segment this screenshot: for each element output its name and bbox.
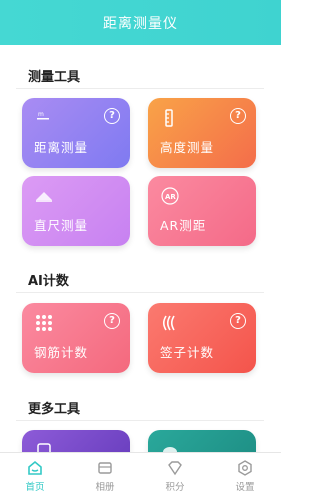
section-title-more-tools: 更多工具 [28,402,81,417]
distance-measure-card[interactable]: m ? 距离测量 [22,98,130,168]
card-label: AR测距 [160,218,207,233]
section-divider [16,420,264,421]
app-title: 距离测量仪 [103,15,178,32]
section-divider [16,292,264,293]
help-icon[interactable]: ? [104,108,120,124]
settings-icon [238,460,252,476]
height-measure-card[interactable]: ? 高度测量 [148,98,256,168]
tab-home[interactable]: 首页 [15,459,55,493]
height-ruler-icon [165,109,173,127]
card-label: 直尺测量 [34,218,89,233]
card-label: 距离测量 [34,140,89,155]
card-label: 签子计数 [160,345,215,360]
sticks-count-card[interactable]: ? 签子计数 [148,303,256,373]
points-icon [168,461,182,476]
tab-label: 积分 [165,482,185,493]
tab-label: 首页 [25,482,45,493]
ruler-measure-card[interactable]: 直尺测量 [22,176,130,246]
ruler-icon [36,192,52,202]
section-title-ai-count: AI计数 [28,274,69,289]
help-icon[interactable]: ? [104,313,120,329]
home-icon [28,460,42,475]
ar-measure-card[interactable]: AR AR测距 [148,176,256,246]
tab-settings[interactable]: 设置 [225,459,265,493]
section-divider [16,88,264,89]
distance-icon: m [37,111,49,120]
album-icon [98,462,112,474]
svg-text:AR: AR [165,193,176,201]
bottom-tab-bar: 首页 相册 积分 设置 [0,452,281,501]
rebar-count-card[interactable]: ? 钢筋计数 [22,303,130,373]
svg-text:m: m [38,111,44,118]
title-bar: 距离测量仪 [0,0,281,45]
sticks-icon [162,315,175,331]
card-label: 高度测量 [160,140,215,155]
card-label: 钢筋计数 [34,345,89,360]
rebar-icon [36,315,52,331]
section-title-measure-tools: 测量工具 [28,70,81,85]
help-icon[interactable]: ? [230,108,246,124]
tab-points[interactable]: 积分 [155,459,195,493]
help-icon[interactable]: ? [230,313,246,329]
tab-label: 设置 [235,482,255,493]
tab-album[interactable]: 相册 [85,459,125,493]
tab-label: 相册 [95,482,115,493]
ar-icon: AR [161,187,179,205]
